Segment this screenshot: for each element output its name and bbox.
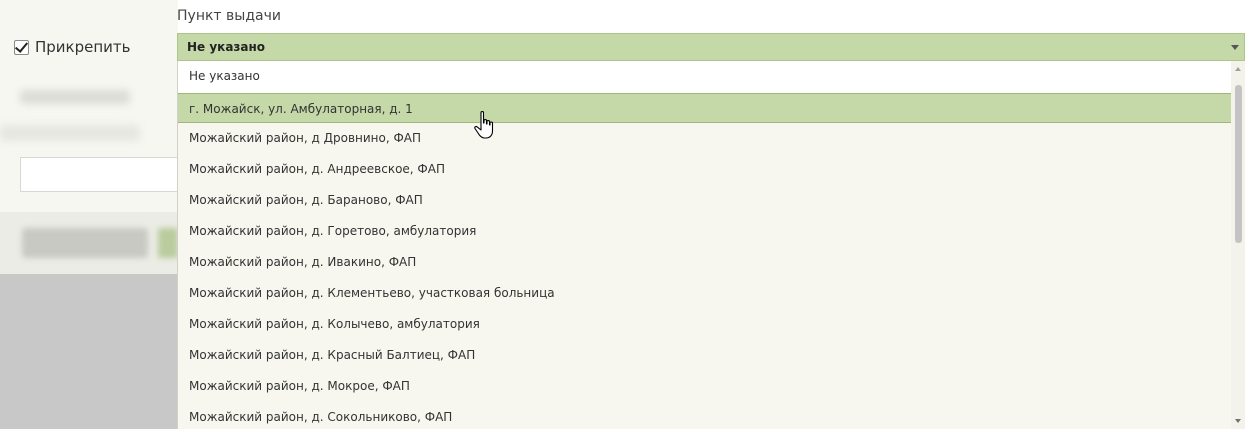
pickup-point-label: Пункт выдачи — [177, 8, 281, 24]
dropdown-option[interactable]: Можайский район, д. Мокрое, ФАП — [178, 371, 1245, 402]
left-form-panel: Прикрепить — [0, 0, 178, 429]
page: Прикрепить Пункт выдачи Не указано Не ук… — [0, 0, 1245, 429]
dropdown-option[interactable]: Можайский район, д. Горетово, амбулатори… — [178, 216, 1245, 247]
dropdown-option[interactable]: Можайский район, д. Клементьево, участко… — [178, 278, 1245, 309]
dropdown-scrollbar[interactable] — [1231, 61, 1245, 429]
dropdown-option[interactable]: Можайский район, д. Андреевское, ФАП — [178, 154, 1245, 185]
dropdown-option[interactable]: Можайский район, д. Ивакино, ФАП — [178, 247, 1245, 278]
attach-label: Прикрепить — [35, 38, 131, 56]
blurred-label — [20, 90, 130, 104]
dropdown-option[interactable]: Можайский район, д Дровнино, ФАП — [178, 123, 1245, 154]
pickup-point-select[interactable]: Не указано — [177, 33, 1245, 61]
chevron-down-icon[interactable] — [1231, 45, 1239, 50]
attach-checkbox[interactable] — [14, 39, 29, 55]
dropdown-option[interactable]: Не указано — [178, 61, 1245, 93]
attach-checkbox-row[interactable]: Прикрепить — [14, 38, 131, 56]
dropdown-option[interactable]: г. Можайск, ул. Амбулаторная, д. 1 — [178, 93, 1245, 123]
left-gray-area — [0, 274, 178, 429]
dropdown-option[interactable]: Можайский район, д. Сокольниково, ФАП — [178, 402, 1245, 429]
scroll-up-arrow-icon[interactable] — [1235, 67, 1241, 71]
blurred-button-accent[interactable] — [158, 228, 178, 258]
pickup-point-dropdown-list[interactable]: Не указано г. Можайск, ул. Амбулаторная, … — [177, 61, 1245, 429]
dropdown-option[interactable]: Можайский район, д. Бараново, ФАП — [178, 185, 1245, 216]
pickup-point-selected-value: Не указано — [187, 40, 266, 54]
dropdown-option[interactable]: Можайский район, д. Красный Балтиец, ФАП — [178, 340, 1245, 371]
hand-pointer-icon — [474, 110, 494, 139]
blurred-input-field[interactable] — [20, 157, 178, 192]
scrollbar-thumb[interactable] — [1235, 85, 1242, 243]
scroll-down-arrow-icon[interactable] — [1235, 419, 1241, 423]
blurred-button[interactable] — [22, 228, 148, 258]
dropdown-option[interactable]: Можайский район, д. Колычево, амбулатори… — [178, 309, 1245, 340]
blurred-label — [0, 125, 140, 141]
